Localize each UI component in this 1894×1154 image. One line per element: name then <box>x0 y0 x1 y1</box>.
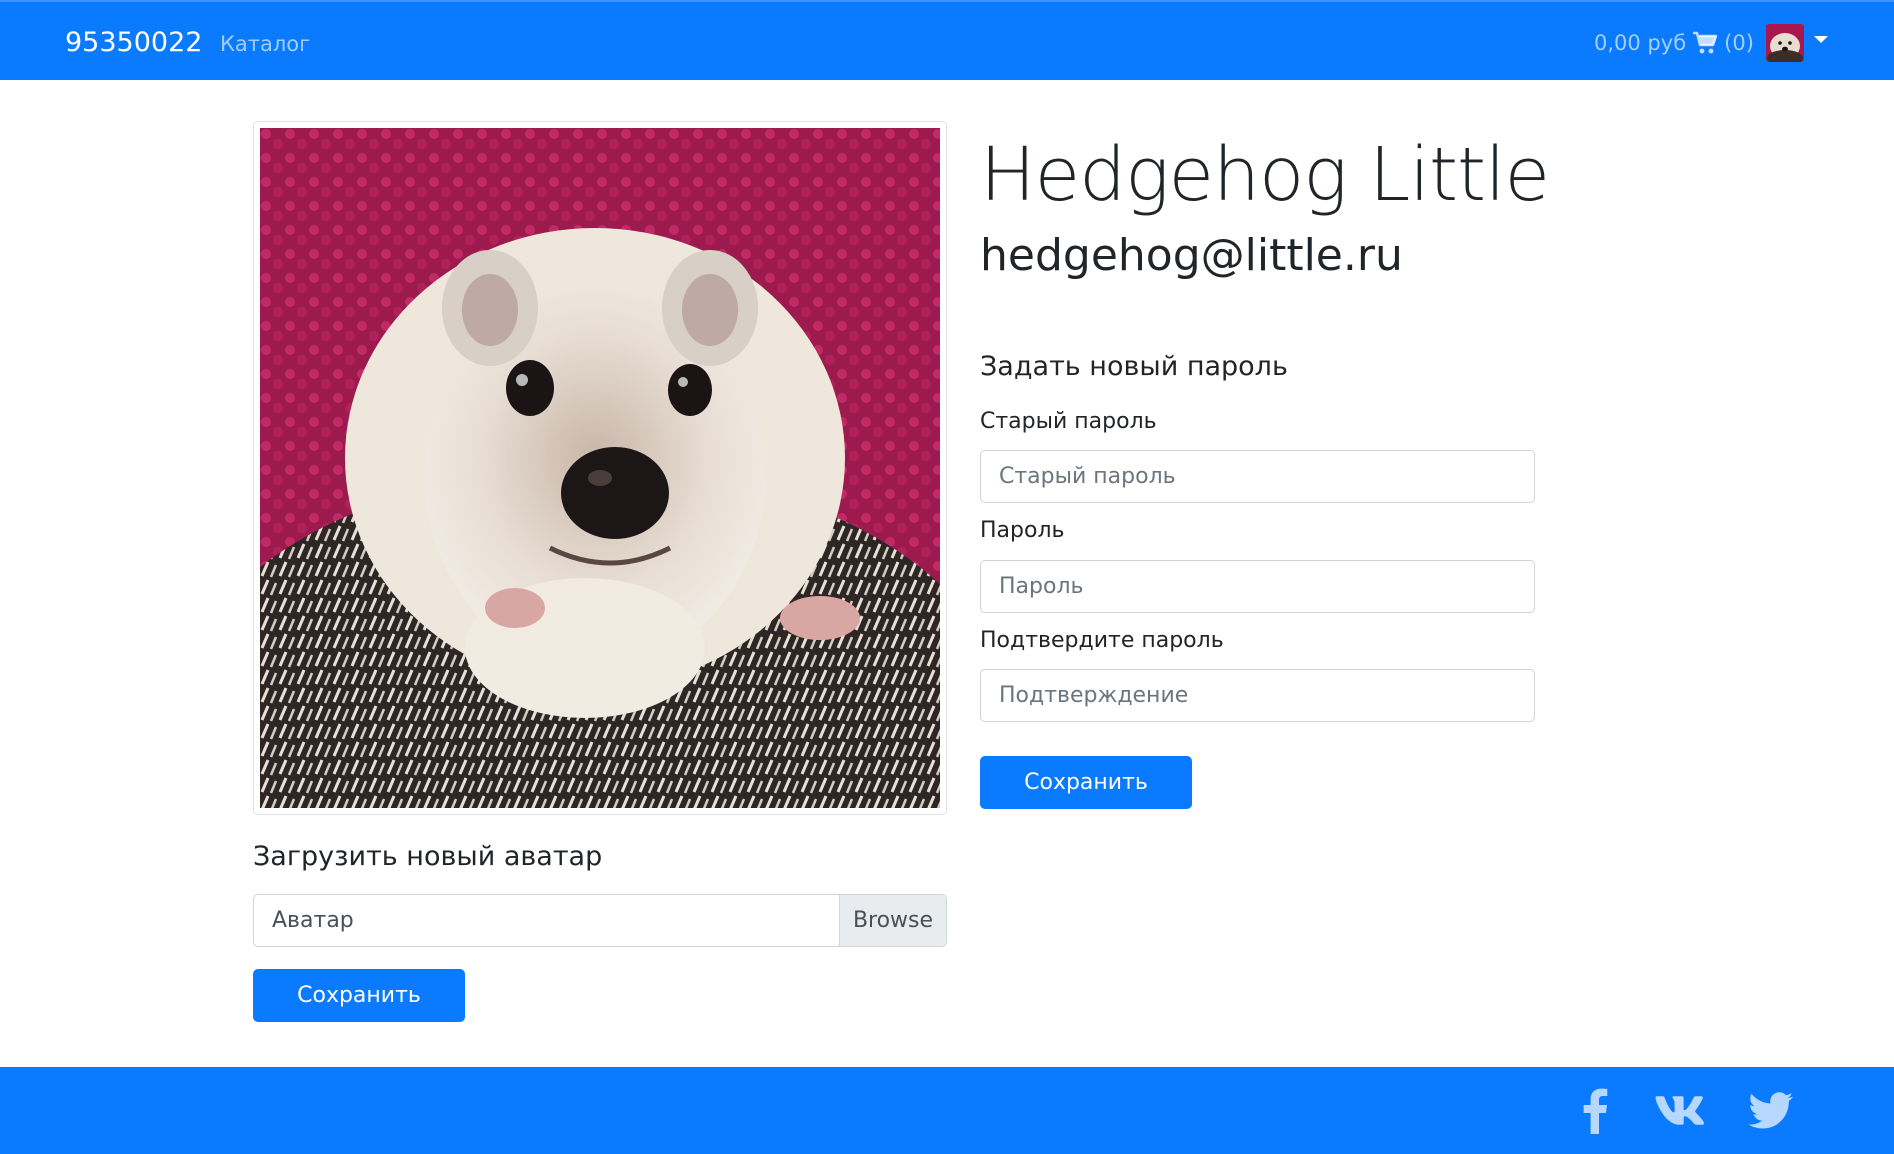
cart-count: (0) <box>1724 31 1754 55</box>
nav-catalog-link[interactable]: Каталог <box>220 30 310 58</box>
twitter-icon[interactable] <box>1746 1087 1796 1135</box>
password-form-title: Задать новый пароль <box>980 351 1288 382</box>
confirm-password-field[interactable] <box>980 669 1535 722</box>
footer <box>0 1067 1894 1154</box>
password-field[interactable] <box>980 560 1535 613</box>
top-navbar: 95350022 Каталог 0,00 руб (0) <box>0 0 1894 80</box>
hedgehog-avatar-photo <box>260 128 940 808</box>
save-password-button[interactable]: Сохранить <box>980 756 1192 809</box>
cart-link[interactable]: 0,00 руб (0) <box>1594 29 1754 57</box>
avatar-image <box>1766 24 1804 62</box>
chevron-down-icon[interactable] <box>1814 36 1828 43</box>
brand-link[interactable]: 95350022 <box>65 26 202 60</box>
save-avatar-button[interactable]: Сохранить <box>253 969 465 1022</box>
old-password-field[interactable] <box>980 450 1535 503</box>
shopping-cart-icon <box>1693 31 1718 54</box>
user-email: hedgehog@little.ru <box>980 230 1403 281</box>
old-password-label: Старый пароль <box>980 409 1157 434</box>
vk-icon[interactable] <box>1652 1087 1706 1135</box>
user-name-heading: Hedgehog Little <box>980 132 1550 218</box>
facebook-icon[interactable] <box>1578 1087 1612 1135</box>
avatar-file-label[interactable]: Аватар <box>254 895 839 946</box>
profile-photo <box>253 121 947 815</box>
user-avatar-thumbnail[interactable] <box>1766 24 1804 62</box>
avatar-file-input[interactable]: Аватар Browse <box>253 894 947 947</box>
cart-total: 0,00 руб <box>1594 31 1687 55</box>
password-label: Пароль <box>980 518 1065 543</box>
browse-button[interactable]: Browse <box>839 895 946 946</box>
avatar-upload-title: Загрузить новый аватар <box>253 841 603 872</box>
confirm-password-label: Подтвердите пароль <box>980 628 1224 653</box>
